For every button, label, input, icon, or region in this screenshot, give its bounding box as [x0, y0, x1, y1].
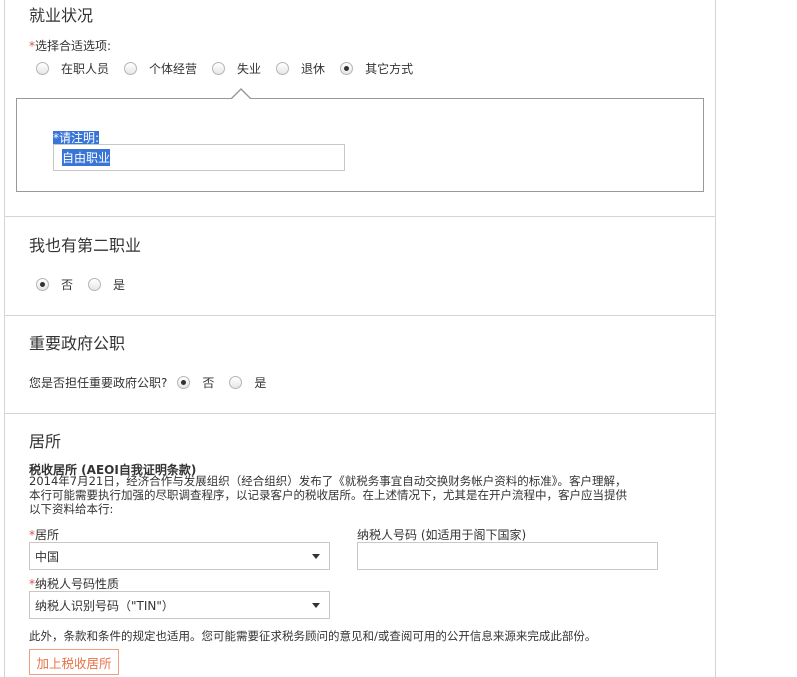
- pep-title: 重要政府公职: [29, 334, 126, 353]
- employment-options: 在职人员 个体经营 失业 退休 其它方式: [36, 60, 428, 77]
- detail-input[interactable]: 自由职业: [53, 144, 345, 171]
- chevron-down-icon: [312, 603, 320, 608]
- detail-pointer-inner: [232, 90, 250, 99]
- radio-retired[interactable]: [276, 62, 290, 75]
- second-job-options: 否 是: [36, 276, 140, 293]
- aeoi-paragraph: 2014年7月21日，经济合作与发展组织（经合组织）发布了《就税务事宜自动交换财…: [29, 474, 627, 516]
- employment-title: 就业状况: [29, 6, 94, 25]
- radio-self-employed[interactable]: [124, 62, 138, 75]
- radio-pep-no-label: 否: [202, 376, 215, 390]
- radio-employed[interactable]: [36, 62, 49, 75]
- residence-label: *居所: [29, 528, 60, 542]
- radio-second-job-no-label: 否: [61, 278, 74, 292]
- terms-note: 此外，条款和条件的规定也适用。您可能需要征求税务顾问的意见和/或查阅可用的公开信…: [29, 629, 597, 643]
- radio-retired-label: 退休: [301, 62, 326, 76]
- divider: [5, 216, 716, 217]
- residence-select-value: 中国: [35, 549, 60, 564]
- radio-pep-yes-label: 是: [254, 376, 267, 390]
- tin-type-label: *纳税人号码性质: [29, 577, 120, 591]
- radio-pep-yes[interactable]: [229, 376, 243, 389]
- tin-label: 纳税人号码 (如适用于阁下国家): [357, 528, 527, 542]
- radio-second-job-yes[interactable]: [88, 278, 102, 291]
- radio-other[interactable]: [340, 62, 354, 75]
- tin-input[interactable]: [357, 542, 658, 570]
- residence-select[interactable]: 中国: [29, 542, 330, 570]
- radio-self-employed-label: 个体经营: [149, 62, 198, 76]
- second-job-title: 我也有第二职业: [29, 236, 142, 255]
- tin-type-select-value: 纳税人识别号码（"TIN"）: [35, 598, 174, 613]
- add-tax-residence-button[interactable]: 加上税收居所: [29, 649, 119, 675]
- radio-second-job-no[interactable]: [36, 278, 49, 291]
- radio-other-label: 其它方式: [365, 62, 414, 76]
- pep-question-row: 您是否担任重要政府公职? 否 是: [29, 374, 281, 391]
- tin-type-select[interactable]: 纳税人识别号码（"TIN"）: [29, 591, 330, 619]
- divider: [5, 315, 716, 316]
- radio-unemployed[interactable]: [212, 62, 226, 75]
- divider: [5, 413, 716, 414]
- radio-second-job-yes-label: 是: [113, 278, 126, 292]
- radio-employed-label: 在职人员: [61, 62, 110, 76]
- chevron-down-icon: [312, 554, 320, 559]
- radio-pep-no[interactable]: [177, 376, 191, 389]
- radio-unemployed-label: 失业: [237, 62, 262, 76]
- residence-title: 居所: [29, 432, 62, 451]
- detail-input-value: 自由职业: [62, 149, 111, 166]
- pep-question: 您是否担任重要政府公职?: [29, 376, 168, 390]
- employment-prompt: *选择合适选项:: [29, 39, 112, 53]
